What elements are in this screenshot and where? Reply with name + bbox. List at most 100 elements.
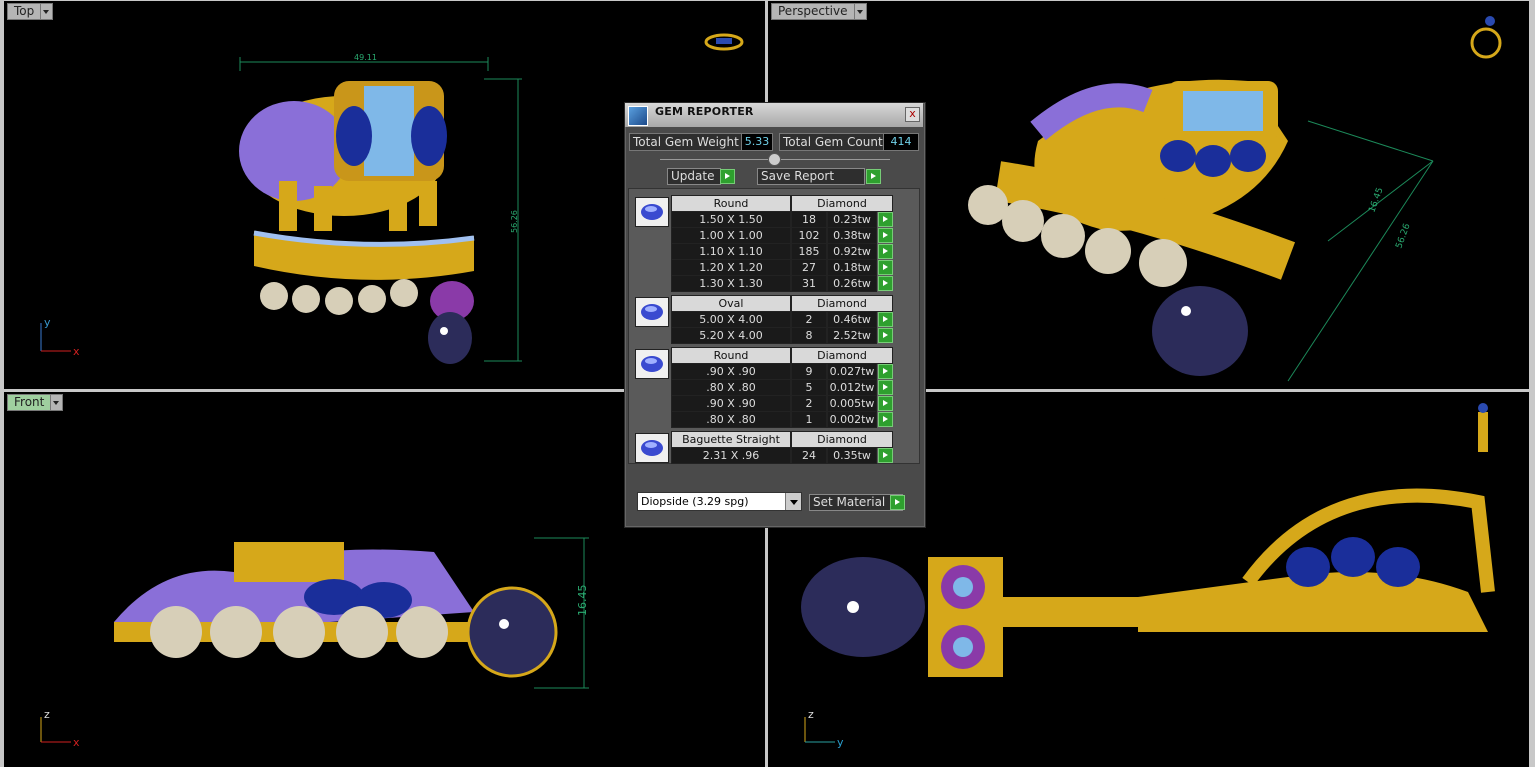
select-gems-go-icon[interactable] xyxy=(878,380,893,395)
gem-count-cell: 31 xyxy=(791,275,827,292)
gem-count-cell: 2 xyxy=(791,311,827,328)
gem-count-cell: 2 xyxy=(791,395,827,412)
gem-reporter-title: GEM REPORTER xyxy=(655,105,754,118)
viewport-name[interactable]: Top xyxy=(7,3,42,20)
select-gems-go-icon[interactable] xyxy=(878,364,893,379)
splitter-handle[interactable] xyxy=(768,153,781,166)
gem-size-cell: 2.31 X .96 xyxy=(671,447,791,464)
chevron-down-icon[interactable] xyxy=(51,394,64,411)
select-gems-go-icon[interactable] xyxy=(878,328,893,343)
gem-size-cell: 5.00 X 4.00 xyxy=(671,311,791,328)
gem-size-cell: 1.20 X 1.20 xyxy=(671,259,791,276)
baguette-gem-icon[interactable] xyxy=(635,433,669,463)
gem-shape-header: Oval xyxy=(671,295,791,312)
update-go-icon[interactable] xyxy=(720,169,735,184)
axis-x-label: x xyxy=(73,736,80,749)
round-gem-icon[interactable] xyxy=(635,197,669,227)
gem-size-cell: .90 X .90 xyxy=(671,363,791,380)
gem-count-cell: 24 xyxy=(791,447,827,464)
gem-count-cell: 185 xyxy=(791,243,827,260)
gem-shape-header: Round xyxy=(671,195,791,212)
select-gems-go-icon[interactable] xyxy=(878,276,893,291)
select-gems-go-icon[interactable] xyxy=(878,260,893,275)
gem-weight-cell: 0.002tw xyxy=(827,411,877,428)
gem-weight-cell: 0.35tw xyxy=(827,447,877,464)
dimension-width: 49.11 xyxy=(354,53,377,62)
gem-size-cell: 1.00 X 1.00 xyxy=(671,227,791,244)
gem-weight-cell: 2.52tw xyxy=(827,327,877,344)
viewport-name[interactable]: Front xyxy=(7,394,52,411)
gem-weight-cell: 0.26tw xyxy=(827,275,877,292)
gem-count-cell: 5 xyxy=(791,379,827,396)
axis-y-label: y xyxy=(837,736,844,749)
gem-size-cell: 5.20 X 4.00 xyxy=(671,327,791,344)
select-gems-go-icon[interactable] xyxy=(878,396,893,411)
gem-groups: Round Diamond 1.50 X 1.50 18 0.23tw 1.00 X 1.… xyxy=(628,188,920,464)
material-select[interactable]: Diopside (3.29 spg) xyxy=(637,492,802,511)
gem-shape-header: Round xyxy=(671,347,791,364)
total-gem-weight-label: Total Gem Weight xyxy=(629,133,743,151)
gem-count-cell: 102 xyxy=(791,227,827,244)
total-gem-count-label: Total Gem Count xyxy=(779,133,887,151)
gem-weight-cell: 0.38tw xyxy=(827,227,877,244)
gem-reporter-titlebar[interactable]: GEM REPORTER x xyxy=(625,103,923,127)
chevron-down-icon[interactable] xyxy=(41,3,54,20)
chevron-down-icon[interactable] xyxy=(785,493,801,510)
dimension-height: 16.45 xyxy=(576,585,589,617)
gem-count-cell: 18 xyxy=(791,211,827,228)
total-gem-count-value: 414 xyxy=(883,133,919,151)
dimension-a: 16.45 xyxy=(1367,186,1385,214)
gem-reporter-icon xyxy=(628,106,648,126)
select-gems-go-icon[interactable] xyxy=(878,412,893,427)
viewport-label-top[interactable]: Top xyxy=(7,3,54,20)
chevron-down-icon[interactable] xyxy=(854,3,867,20)
round-gem-icon[interactable] xyxy=(635,349,669,379)
gem-count-cell: 1 xyxy=(791,411,827,428)
select-gems-go-icon[interactable] xyxy=(878,448,893,463)
gem-count-cell: 27 xyxy=(791,259,827,276)
select-gems-go-icon[interactable] xyxy=(878,212,893,227)
gem-reporter-panel[interactable]: GEM REPORTER x Total Gem Weight 5.33 Tot… xyxy=(624,102,926,528)
gem-weight-cell: 0.027tw xyxy=(827,363,877,380)
gem-weight-cell: 0.92tw xyxy=(827,243,877,260)
gem-size-cell: 1.30 X 1.30 xyxy=(671,275,791,292)
gem-material-header: Diamond xyxy=(791,195,893,212)
set-material-button[interactable]: Set Material xyxy=(809,494,903,511)
set-material-go-icon[interactable] xyxy=(890,495,905,510)
gem-count-cell: 9 xyxy=(791,363,827,380)
total-gem-weight-value: 5.33 xyxy=(741,133,773,151)
gem-size-cell: .80 X .80 xyxy=(671,379,791,396)
close-button[interactable]: x xyxy=(905,107,920,122)
gem-material-header: Diamond xyxy=(791,347,893,364)
select-gems-go-icon[interactable] xyxy=(878,244,893,259)
gem-material-header: Diamond xyxy=(791,295,893,312)
save-report-go-icon[interactable] xyxy=(866,169,881,184)
gem-size-cell: .90 X .90 xyxy=(671,395,791,412)
select-gems-go-icon[interactable] xyxy=(878,228,893,243)
axis-z-label: z xyxy=(808,708,814,721)
gem-weight-cell: 0.012tw xyxy=(827,379,877,396)
axis-y-label: y xyxy=(44,316,51,329)
save-report-button[interactable]: Save Report xyxy=(757,168,865,185)
dimension-height: 56.26 xyxy=(510,210,519,233)
axis-x-label: x xyxy=(73,345,80,358)
material-select-value: Diopside (3.29 spg) xyxy=(641,495,749,508)
viewport-name[interactable]: Perspective xyxy=(771,3,855,20)
select-gems-go-icon[interactable] xyxy=(878,312,893,327)
gem-material-header: Diamond xyxy=(791,431,893,448)
oval-gem-icon[interactable] xyxy=(635,297,669,327)
gem-size-cell: 1.50 X 1.50 xyxy=(671,211,791,228)
gem-count-cell: 8 xyxy=(791,327,827,344)
gem-weight-cell: 0.005tw xyxy=(827,395,877,412)
viewport-label-front[interactable]: Front xyxy=(7,394,64,411)
axis-z-label: z xyxy=(44,708,50,721)
dimension-b: 56.26 xyxy=(1394,222,1412,250)
gem-size-cell: 1.10 X 1.10 xyxy=(671,243,791,260)
viewport-label-perspective[interactable]: Perspective xyxy=(771,3,867,20)
gem-weight-cell: 0.23tw xyxy=(827,211,877,228)
gem-size-cell: .80 X .80 xyxy=(671,411,791,428)
gem-weight-cell: 0.18tw xyxy=(827,259,877,276)
update-button[interactable]: Update xyxy=(667,168,721,185)
gem-shape-header: Baguette Straight xyxy=(671,431,791,448)
gem-weight-cell: 0.46tw xyxy=(827,311,877,328)
